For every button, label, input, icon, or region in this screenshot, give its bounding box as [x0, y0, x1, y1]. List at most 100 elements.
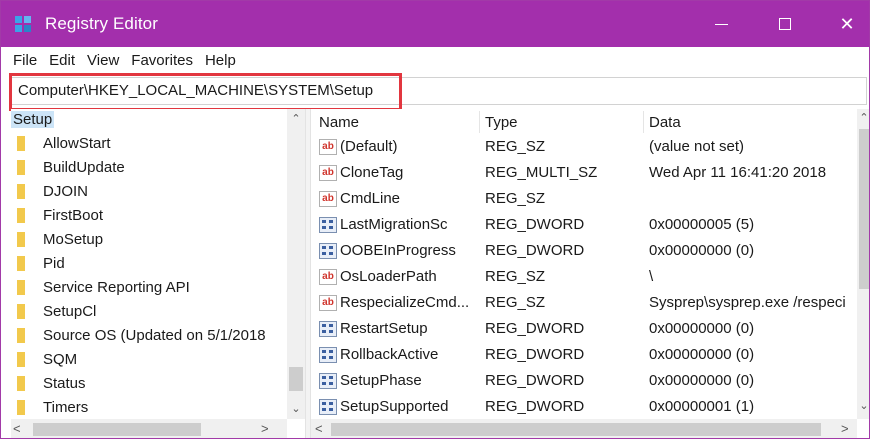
tree-item[interactable]: MoSetup	[11, 227, 287, 251]
value-name: OOBEInProgress	[340, 242, 456, 259]
column-divider[interactable]	[479, 111, 480, 133]
scroll-up-icon[interactable]: ⌃	[287, 109, 305, 127]
close-icon: ✕	[839, 13, 855, 34]
scroll-right-icon[interactable]: >	[841, 421, 849, 436]
menu-favorites[interactable]: Favorites	[131, 52, 193, 69]
values-pane[interactable]: Name Type Data ab (Default) REG_SZ (value…	[311, 109, 869, 438]
tree-item-label: Source OS (Updated on 5/1/2018	[43, 326, 266, 344]
tree-horizontal-scrollbar[interactable]: < >	[11, 419, 287, 438]
tree-item[interactable]: Source OS (Updated on 5/1/2018	[11, 323, 287, 347]
value-type: REG_DWORD	[485, 320, 585, 337]
value-row[interactable]: OOBEInProgress REG_DWORD 0x00000000 (0)	[311, 239, 857, 265]
address-bar[interactable]: Computer\HKEY_LOCAL_MACHINE\SYSTEM\Setup	[11, 77, 867, 105]
value-row[interactable]: ab (Default) REG_SZ (value not set)	[311, 135, 857, 161]
binary-value-icon	[319, 320, 337, 337]
value-name: (Default)	[340, 138, 398, 155]
tree-item[interactable]: SQM	[11, 347, 287, 371]
folder-icon	[17, 351, 25, 367]
value-data: 0x00000000 (0)	[649, 320, 755, 337]
value-row[interactable]: LastMigrationSc REG_DWORD 0x00000005 (5)	[311, 213, 857, 239]
scroll-right-icon[interactable]: >	[261, 421, 269, 436]
minimize-icon	[714, 23, 728, 25]
string-value-icon: ab	[319, 268, 337, 285]
binary-value-icon	[319, 346, 337, 363]
scroll-thumb[interactable]	[331, 423, 821, 436]
close-button[interactable]: ✕	[815, 1, 869, 47]
maximize-button[interactable]	[753, 1, 817, 47]
scroll-thumb[interactable]	[33, 423, 201, 436]
value-row[interactable]: SetupPhase REG_DWORD 0x00000000 (0)	[311, 369, 857, 395]
column-header-data[interactable]: Data	[649, 109, 681, 135]
tree-item[interactable]: BuildUpdate	[11, 155, 287, 179]
folder-icon	[17, 279, 25, 295]
menu-help[interactable]: Help	[205, 52, 236, 69]
column-header-type[interactable]: Type	[485, 109, 518, 135]
menu-edit[interactable]: Edit	[49, 52, 75, 69]
folder-icon	[17, 327, 25, 343]
tree-item[interactable]: Status	[11, 371, 287, 395]
tree-item[interactable]: DJOIN	[11, 179, 287, 203]
value-data: 0x00000005 (5)	[649, 216, 755, 233]
tree-item-setup[interactable]: Setup	[11, 109, 287, 129]
tree-vertical-scrollbar[interactable]: ⌃ ⌄	[287, 109, 305, 419]
menu-view[interactable]: View	[87, 52, 119, 69]
value-row[interactable]: SetupSupported REG_DWORD 0x00000001 (1)	[311, 395, 857, 419]
value-type: REG_SZ	[485, 268, 546, 285]
scroll-thumb[interactable]	[289, 367, 303, 391]
value-data: \	[649, 268, 654, 285]
value-row[interactable]: ab RespecializeCmd... REG_SZ Sysprep\sysp…	[311, 291, 857, 317]
key-tree-pane[interactable]: Setup AllowStart BuildUpdate DJOIN First…	[11, 109, 305, 438]
tree-item[interactable]: Pid	[11, 251, 287, 275]
value-name: SetupPhase	[340, 372, 422, 389]
value-type: REG_SZ	[485, 294, 546, 311]
folder-icon	[17, 399, 25, 415]
tree-item[interactable]: FirstBoot	[11, 203, 287, 227]
value-name: RollbackActive	[340, 346, 439, 363]
scroll-left-icon[interactable]: <	[315, 421, 323, 436]
value-name: SetupSupported	[340, 398, 449, 415]
value-name: RestartSetup	[340, 320, 428, 337]
string-value-icon: ab	[319, 164, 337, 181]
tree-item-label: SetupCl	[43, 302, 97, 320]
values-horizontal-scrollbar[interactable]: < >	[311, 419, 857, 438]
value-row[interactable]: ab OsLoaderPath REG_SZ \	[311, 265, 857, 291]
menu-file[interactable]: File	[13, 52, 37, 69]
folder-icon	[17, 183, 25, 199]
value-type: REG_SZ	[485, 190, 546, 207]
tree-item-label: DJOIN	[43, 182, 88, 200]
title-bar[interactable]: Registry Editor ✕	[1, 1, 869, 47]
tree-item-label: Timers	[43, 398, 89, 416]
scroll-down-icon[interactable]: ⌄	[857, 399, 869, 412]
value-type: REG_DWORD	[485, 346, 585, 363]
scroll-down-icon[interactable]: ⌄	[287, 399, 305, 417]
value-data: 0x00000000 (0)	[649, 346, 755, 363]
tree-item[interactable]: SetupCl	[11, 299, 287, 323]
scroll-up-icon[interactable]: ⌃	[857, 111, 869, 124]
value-row[interactable]: RestartSetup REG_DWORD 0x00000000 (0)	[311, 317, 857, 343]
column-divider[interactable]	[643, 111, 644, 133]
tree-item-label: AllowStart	[43, 134, 111, 152]
folder-icon	[17, 375, 25, 391]
scroll-left-icon[interactable]: <	[13, 421, 21, 436]
value-row[interactable]: RollbackActive REG_DWORD 0x00000000 (0)	[311, 343, 857, 369]
tree-item[interactable]: Service Reporting API	[11, 275, 287, 299]
tree-item-label: BuildUpdate	[43, 158, 125, 176]
value-type: REG_MULTI_SZ	[485, 164, 598, 181]
value-data: (value not set)	[649, 138, 745, 155]
registry-editor-icon	[15, 16, 33, 34]
scroll-thumb[interactable]	[859, 129, 869, 289]
value-type: REG_DWORD	[485, 242, 585, 259]
column-header-name[interactable]: Name	[319, 109, 359, 135]
values-vertical-scrollbar[interactable]: ⌃ ⌄	[857, 109, 869, 419]
tree-item[interactable]: Timers	[11, 395, 287, 419]
minimize-button[interactable]	[689, 1, 753, 47]
address-path[interactable]: Computer\HKEY_LOCAL_MACHINE\SYSTEM\Setup	[18, 82, 373, 99]
value-row[interactable]: ab CloneTag REG_MULTI_SZ Wed Apr 11 16:41…	[311, 161, 857, 187]
folder-icon	[17, 303, 25, 319]
value-row[interactable]: ab CmdLine REG_SZ	[311, 187, 857, 213]
binary-value-icon	[319, 216, 337, 233]
string-value-icon: ab	[319, 294, 337, 311]
registry-editor-window: Registry Editor ✕ File Edit View Favorit…	[0, 0, 870, 439]
tree-item[interactable]: AllowStart	[11, 131, 287, 155]
value-data: 0x00000001 (1)	[649, 398, 755, 415]
